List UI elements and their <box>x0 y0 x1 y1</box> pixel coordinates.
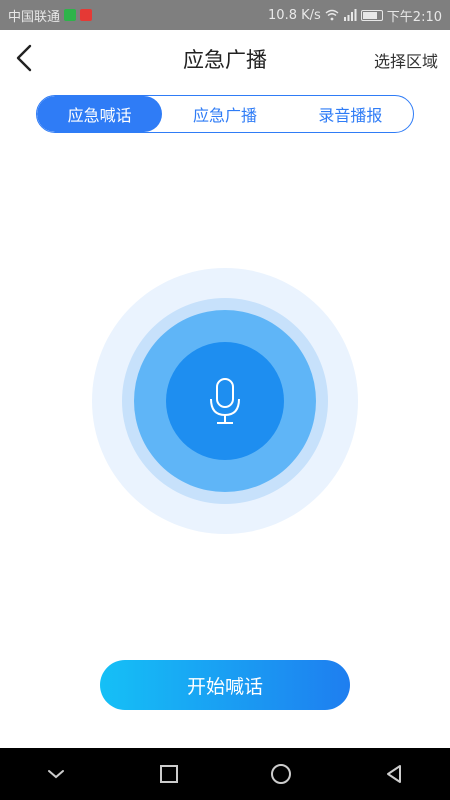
app-badge-icon <box>64 9 77 21</box>
status-right: 10.8 K/s 下午2:10 <box>268 6 442 25</box>
nav-home-button[interactable] <box>251 748 311 800</box>
network-speed: 10.8 K/s <box>268 7 321 23</box>
chevron-down-icon <box>48 770 65 779</box>
triangle-back-icon <box>386 765 401 783</box>
tab-emergency-shout[interactable]: 应急喊话 <box>37 96 163 132</box>
nav-recents-button[interactable] <box>139 748 199 800</box>
notification-badge-icon <box>80 9 93 21</box>
square-icon <box>159 765 178 783</box>
system-nav-bar <box>0 748 450 800</box>
clock: 下午2:10 <box>386 9 442 25</box>
mode-tabs: 应急喊话 应急广播 录音播报 <box>36 95 414 133</box>
start-shout-button[interactable]: 开始喊话 <box>100 660 350 710</box>
nav-collapse-button[interactable] <box>26 748 86 800</box>
signal-icon <box>343 9 357 21</box>
tab-recording-broadcast[interactable]: 录音播报 <box>288 96 413 132</box>
app-header: 应急广播 选择区域 <box>0 30 450 86</box>
wifi-icon <box>325 9 339 21</box>
select-region-button[interactable]: 选择区域 <box>374 48 438 72</box>
carrier-label: 中国联通 <box>8 9 61 25</box>
battery-icon <box>360 9 383 21</box>
nav-back-button[interactable] <box>364 748 424 800</box>
status-left: 中国联通 <box>8 6 93 25</box>
mic-button[interactable] <box>166 342 284 460</box>
status-bar: 中国联通 10.8 K/s 下午2:10 <box>0 0 450 30</box>
tab-emergency-broadcast[interactable]: 应急广播 <box>162 96 287 132</box>
circle-icon <box>271 764 292 784</box>
mic-visualizer <box>92 268 358 534</box>
microphone-icon <box>210 378 240 424</box>
